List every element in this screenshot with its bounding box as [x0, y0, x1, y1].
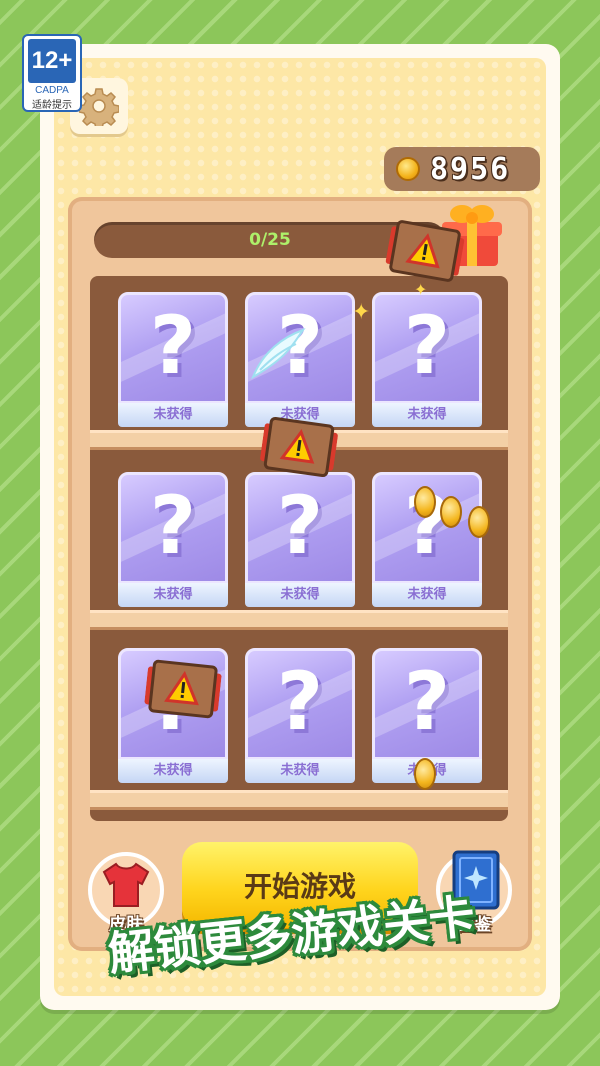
gear-icon: [79, 88, 119, 126]
shelf-board: [90, 610, 508, 630]
age-rating-tip: 适龄提示: [32, 100, 72, 111]
question-mark-icon: ?: [276, 655, 324, 748]
collection-slot[interactable]: ? 未获得: [118, 292, 228, 427]
slot-glass: ?: [118, 292, 228, 404]
slot-label: 未获得: [245, 583, 355, 607]
warning-crate-icon: [144, 659, 222, 719]
slot-glass: ?: [372, 292, 482, 404]
sparkle-icon: ✦: [352, 300, 371, 325]
question-mark-icon: ?: [403, 299, 451, 392]
question-mark-icon: ?: [149, 479, 197, 572]
sparkle-icon: ✦: [414, 280, 428, 299]
slot-glass: ?: [118, 472, 228, 584]
coin-icon: [396, 157, 420, 181]
question-mark-icon: ?: [403, 655, 451, 748]
collection-progress-text: 0/25: [249, 230, 291, 250]
slot-label: 未获得: [372, 583, 482, 607]
wing-icon: [251, 328, 306, 380]
coin-icon: [440, 496, 462, 528]
collection-slot[interactable]: ? 未获得: [118, 472, 228, 607]
age-rating-org: CADPA: [35, 85, 69, 96]
slot-label: 未获得: [118, 403, 228, 427]
coin-icon: [468, 506, 490, 538]
collection-slot[interactable]: ? 未获得: [245, 472, 355, 607]
age-rating-number: 12+: [28, 39, 76, 83]
slot-glass: ?: [245, 648, 355, 760]
collection-slot[interactable]: ? 未获得: [245, 648, 355, 783]
slot-label: 未获得: [118, 759, 228, 783]
slot-glass: ?: [245, 472, 355, 584]
coin-icon: [414, 486, 436, 518]
slot-label: 未获得: [372, 403, 482, 427]
collection-slot[interactable]: ? 未获得: [372, 292, 482, 427]
slot-label: 未获得: [118, 583, 228, 607]
slot-glass: ?: [372, 648, 482, 760]
shirt-icon: [102, 862, 150, 907]
age-rating-badge: 12+ CADPA 适龄提示: [22, 34, 82, 112]
coin-counter: 8956: [384, 147, 540, 191]
question-mark-icon: ?: [149, 299, 197, 392]
coin-amount: 8956: [430, 151, 511, 187]
shelf-board: [90, 790, 508, 810]
question-mark-icon: ?: [276, 479, 324, 572]
warning-crate-icon: [260, 416, 338, 478]
coin-icon: [414, 758, 436, 790]
slot-label: 未获得: [245, 759, 355, 783]
